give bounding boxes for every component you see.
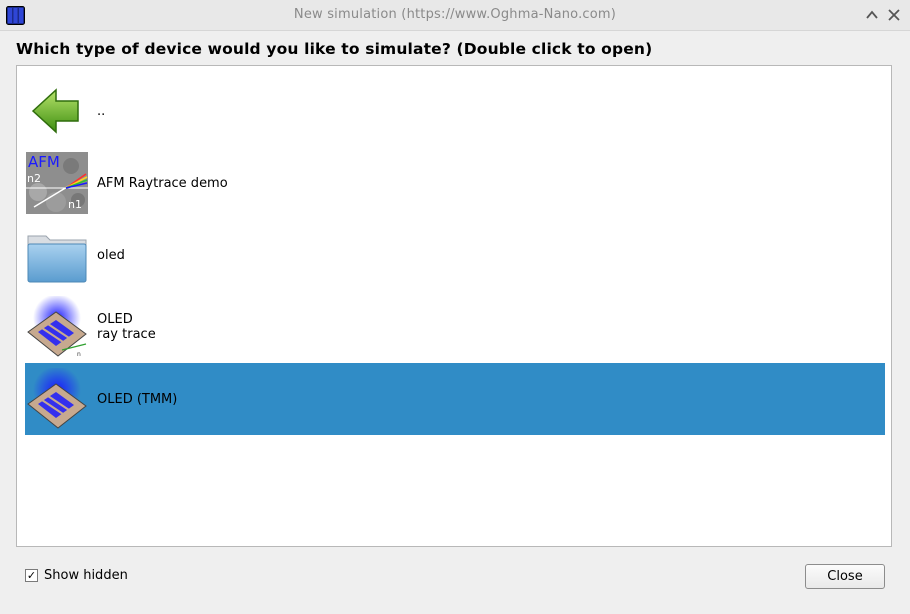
svg-text:n: n — [77, 351, 81, 358]
list-item-label: oled — [97, 247, 125, 263]
list-item-oled-folder[interactable]: oled — [25, 219, 885, 291]
show-hidden-label[interactable]: Show hidden — [44, 568, 128, 583]
afm-thumb-n1: n1 — [68, 198, 82, 211]
list-item-label: OLED ray trace — [97, 312, 156, 342]
device-list[interactable]: .. AFM n2 n1 AFM Raytrace demo oled n OL… — [16, 65, 892, 547]
close-icon[interactable] — [887, 8, 901, 22]
list-item-label: .. — [97, 103, 106, 119]
back-arrow-icon — [31, 88, 79, 134]
window-title: New simulation (https://www.Oghma-Nano.c… — [293, 7, 617, 22]
afm-raytrace-thumbnail: AFM n2 n1 — [26, 152, 88, 214]
list-item-oled-tmm[interactable]: OLED (TMM) — [25, 363, 885, 435]
oled-tmm-thumbnail — [27, 368, 87, 429]
list-item-label: AFM Raytrace demo — [97, 175, 228, 191]
title-bar: New simulation (https://www.Oghma-Nano.c… — [0, 0, 910, 31]
list-item-parent-dir[interactable]: .. — [25, 75, 885, 147]
afm-thumb-n2: n2 — [27, 172, 41, 185]
show-hidden-checkbox[interactable]: ✓ — [25, 569, 38, 582]
afm-thumb-title: AFM — [28, 153, 60, 171]
page-title: Which type of device would you like to s… — [16, 40, 653, 58]
oled-raytrace-thumbnail: n — [27, 296, 87, 358]
list-item-oled-raytrace[interactable]: n OLED ray trace — [25, 291, 885, 363]
list-item-afm-raytrace[interactable]: AFM n2 n1 AFM Raytrace demo — [25, 147, 885, 219]
close-button[interactable]: Close — [805, 564, 885, 589]
folder-icon — [27, 235, 87, 283]
chevron-up-icon[interactable] — [865, 8, 879, 22]
list-item-label: OLED (TMM) — [97, 391, 178, 407]
